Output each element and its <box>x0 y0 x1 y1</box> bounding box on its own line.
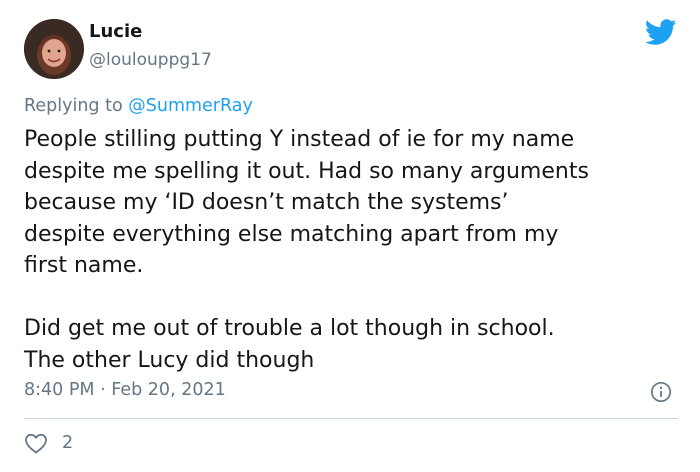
author-handle[interactable]: @loulouppg17 <box>89 50 212 70</box>
tweet-date: Feb 20, 2021 <box>111 380 226 400</box>
reply-mention-link[interactable]: @SummerRay <box>128 96 253 116</box>
info-icon[interactable] <box>650 381 672 403</box>
replying-to: Replying to @SummerRay <box>24 96 253 116</box>
tweet-paragraph-2: Did get me out of trouble a lot though i… <box>24 315 555 373</box>
tweet-text: People stilling putting Y instead of ie … <box>24 124 684 376</box>
reply-prefix: Replying to <box>24 96 123 116</box>
tweet-time: 8:40 PM <box>24 380 95 400</box>
meta-separator: · <box>100 380 106 400</box>
tweet-paragraph-1: People stilling putting Y instead of ie … <box>24 127 589 279</box>
heart-icon[interactable] <box>24 432 48 454</box>
tweet-timestamp[interactable]: 8:40 PM · Feb 20, 2021 <box>24 380 226 400</box>
like-count: 2 <box>62 433 74 453</box>
twitter-bird-icon[interactable] <box>645 19 677 46</box>
author-display-name[interactable]: Lucie <box>89 21 142 42</box>
divider <box>24 418 678 419</box>
avatar[interactable] <box>24 19 84 79</box>
